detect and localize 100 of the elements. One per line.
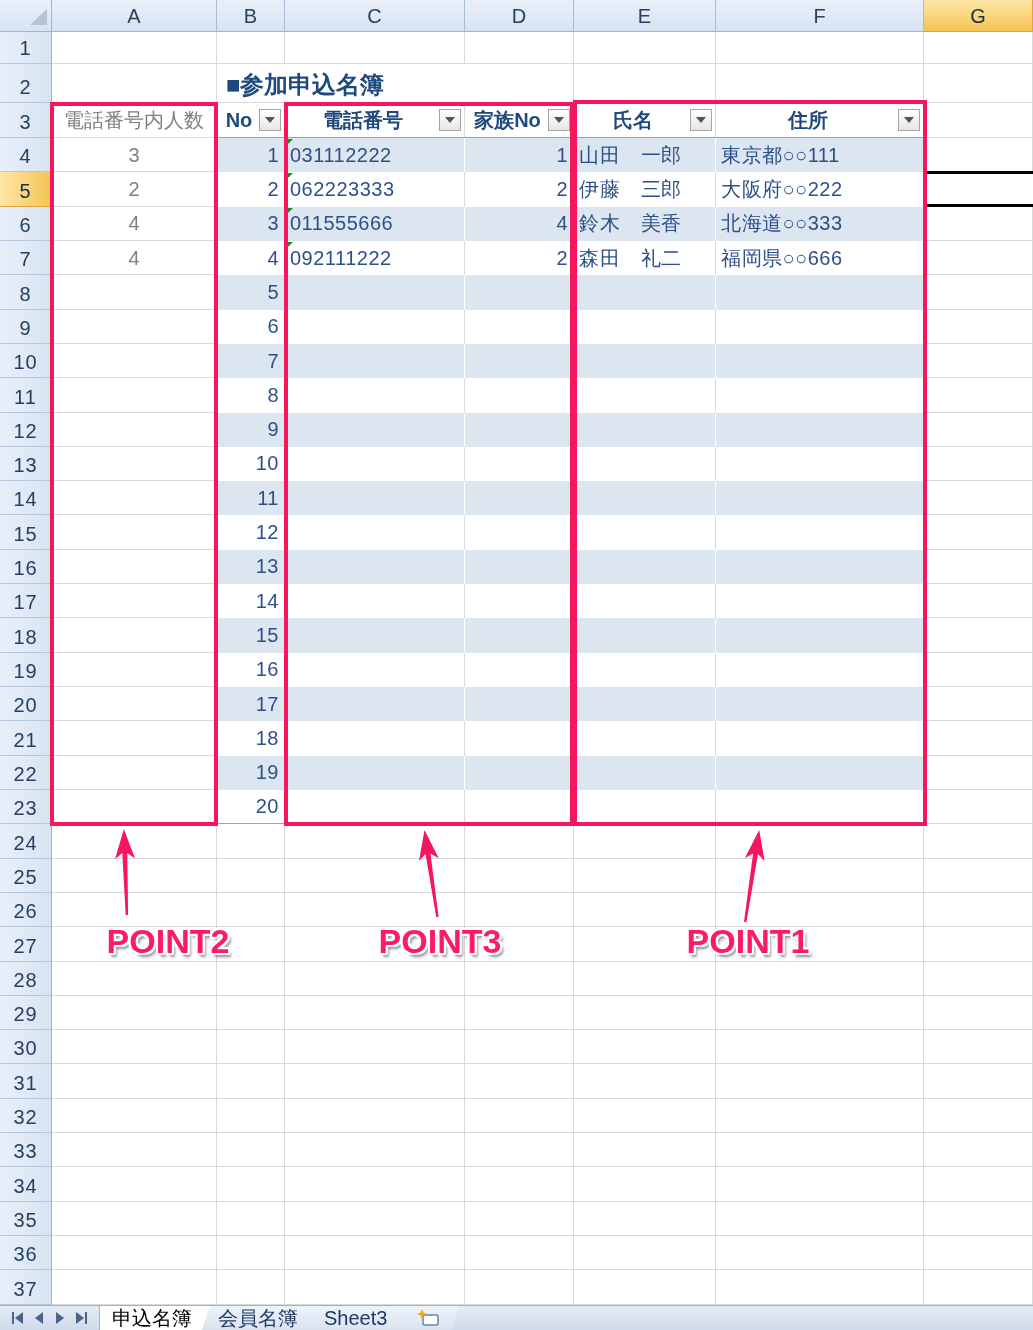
- table-cell: 鈴木 美香: [579, 212, 682, 236]
- table-cell: 18: [255, 726, 279, 750]
- count-value: 4: [128, 212, 140, 236]
- table-cell: 7: [267, 349, 279, 373]
- sheet-tab[interactable]: 会員名簿: [202, 1306, 316, 1330]
- column-header[interactable]: D: [465, 0, 574, 32]
- row-header[interactable]: 23: [0, 789, 52, 825]
- row-header[interactable]: 25: [0, 858, 52, 893]
- column-header[interactable]: F: [716, 0, 924, 32]
- filter-button[interactable]: [690, 109, 712, 131]
- filter-button[interactable]: [439, 109, 461, 131]
- table-cell: 東京都○○111: [721, 143, 840, 167]
- table-cell: 2: [556, 177, 568, 201]
- column-header[interactable]: G: [924, 0, 1033, 32]
- row-header[interactable]: 22: [0, 755, 52, 790]
- row-header[interactable]: 16: [0, 549, 52, 585]
- table-cell: 1: [556, 143, 568, 167]
- skip-last-icon[interactable]: [75, 1312, 87, 1324]
- row-header[interactable]: 4: [0, 138, 52, 173]
- row-header[interactable]: 30: [0, 1030, 52, 1065]
- row-header[interactable]: 1: [0, 32, 52, 64]
- row-header[interactable]: 7: [0, 240, 52, 276]
- table-cell: 2: [267, 177, 279, 201]
- row-header[interactable]: 12: [0, 412, 52, 447]
- table-cell: 5: [267, 280, 279, 304]
- next-icon[interactable]: [55, 1312, 64, 1324]
- column-label: 電話番号内人数: [64, 109, 204, 132]
- column-header[interactable]: A: [52, 0, 217, 32]
- table-cell: 031112222: [290, 143, 392, 167]
- row-header[interactable]: 14: [0, 481, 52, 516]
- caret-down-icon: [445, 117, 455, 123]
- table-cell: 011555666: [290, 212, 394, 236]
- row-header[interactable]: 31: [0, 1064, 52, 1099]
- row-header[interactable]: 35: [0, 1201, 52, 1236]
- table-cell: 2: [556, 246, 568, 270]
- annotation-label: POINT2: [106, 925, 230, 958]
- table-header-label: 住所: [786, 108, 829, 132]
- row-header[interactable]: 33: [0, 1133, 52, 1168]
- row-header[interactable]: 19: [0, 652, 52, 687]
- row-header[interactable]: 26: [0, 892, 52, 928]
- sheet-tab[interactable]: 申込名簿: [100, 1306, 210, 1330]
- table-cell: 20: [255, 795, 279, 819]
- table-cell: 9: [267, 418, 279, 442]
- row-header[interactable]: 29: [0, 995, 52, 1031]
- row-header[interactable]: 8: [0, 275, 52, 310]
- row-header[interactable]: 32: [0, 1098, 52, 1134]
- row-header[interactable]: 21: [0, 721, 52, 756]
- table-cell: 4: [556, 212, 568, 236]
- table-cell: 062223333: [290, 177, 395, 201]
- table-cell: 14: [255, 589, 279, 613]
- table-cell: 山田 一郎: [579, 143, 682, 167]
- table-cell: 19: [255, 761, 279, 785]
- row-header[interactable]: 11: [0, 378, 52, 413]
- count-value: 2: [128, 177, 140, 201]
- table-cell: 16: [255, 658, 279, 682]
- row-header[interactable]: 24: [0, 824, 52, 859]
- column-header[interactable]: B: [217, 0, 285, 32]
- caret-down-icon: [696, 117, 706, 123]
- table-cell: 1: [267, 143, 279, 167]
- row-header[interactable]: 20: [0, 687, 52, 722]
- table-cell: 17: [255, 692, 279, 716]
- table-cell: 11: [257, 486, 279, 510]
- table-header-label: 氏名: [612, 108, 654, 132]
- row-header[interactable]: 28: [0, 961, 52, 996]
- row-header[interactable]: 9: [0, 309, 52, 344]
- caret-down-icon: [265, 117, 275, 123]
- table-cell: 北海道○○333: [721, 212, 843, 236]
- active-cell[interactable]: [924, 171, 1033, 207]
- table-cell: 森田 礼二: [579, 246, 682, 270]
- sparkle-sheet-icon: [416, 1309, 441, 1327]
- table-cell: 3: [267, 212, 279, 236]
- table-header-label: No: [224, 108, 254, 132]
- row-header[interactable]: 18: [0, 618, 52, 653]
- row-header[interactable]: 3: [0, 103, 52, 138]
- table-cell: 伊藤 三郎: [579, 177, 682, 201]
- row-header[interactable]: 13: [0, 446, 52, 482]
- filter-button[interactable]: [548, 109, 570, 131]
- row-header[interactable]: 34: [0, 1167, 52, 1202]
- skip-first-icon[interactable]: [12, 1312, 24, 1324]
- sheet-tab[interactable]: Sheet3: [308, 1306, 406, 1330]
- row-header[interactable]: 36: [0, 1236, 52, 1271]
- filter-button[interactable]: [898, 109, 920, 131]
- table-header-label: 家族No: [473, 108, 542, 132]
- column-header[interactable]: C: [285, 0, 465, 32]
- row-header[interactable]: 6: [0, 206, 52, 241]
- previous-icon[interactable]: [35, 1312, 44, 1324]
- row-header[interactable]: 10: [0, 343, 52, 379]
- table-cell: 大阪府○○222: [721, 177, 843, 201]
- column-header[interactable]: E: [574, 0, 716, 32]
- row-header[interactable]: 2: [0, 64, 52, 103]
- row-header[interactable]: 27: [0, 927, 52, 962]
- table-cell: 12: [255, 521, 279, 545]
- filter-button[interactable]: [259, 109, 281, 131]
- count-value: 3: [128, 143, 140, 167]
- row-header[interactable]: 37: [0, 1270, 52, 1305]
- corner-triangle-icon: [30, 9, 47, 25]
- row-header[interactable]: 15: [0, 515, 52, 550]
- row-header[interactable]: 17: [0, 584, 52, 619]
- caret-down-icon: [554, 117, 564, 123]
- row-header[interactable]: 5: [0, 172, 52, 207]
